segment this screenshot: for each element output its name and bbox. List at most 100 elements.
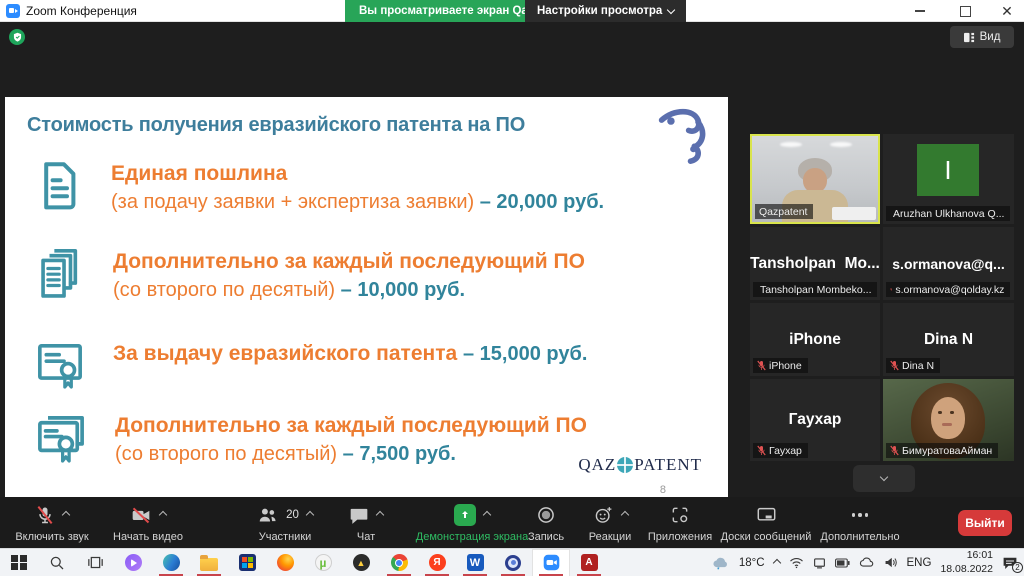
fee-detail: (со второго по десятый) bbox=[113, 279, 341, 301]
participant-name: Гаухар bbox=[769, 445, 802, 457]
word-app-icon[interactable]: W bbox=[456, 549, 494, 576]
view-button-label: Вид bbox=[980, 31, 1001, 43]
participants-panel: Qazpatent I Aruzhan Ulkhanova Q... Tansh… bbox=[750, 134, 1014, 461]
start-button[interactable] bbox=[0, 549, 38, 576]
participant-tile[interactable]: Гаухар Гаухар bbox=[750, 379, 880, 461]
participant-name: Tansholpan Mombeko... bbox=[760, 284, 871, 296]
zoom-icon bbox=[543, 554, 560, 571]
meeting-toolbar: Включить звук Начать видео 20 Участники … bbox=[0, 497, 1024, 548]
aimp-app-icon[interactable]: ▲ bbox=[342, 549, 380, 576]
weather-icon bbox=[712, 556, 730, 570]
button-label: Дополнительно bbox=[820, 531, 899, 543]
button-label: Демонстрация экрана bbox=[416, 531, 528, 543]
alisa-app-icon[interactable] bbox=[114, 549, 152, 576]
chevron-up-icon[interactable] bbox=[620, 511, 628, 519]
fee-price: – 7,500 руб. bbox=[343, 443, 456, 465]
task-view-button[interactable] bbox=[76, 549, 114, 576]
certificates-double-icon bbox=[35, 411, 87, 472]
participant-name: s.ormanova@qolday.kz bbox=[895, 284, 1004, 296]
whiteboards-button[interactable]: Доски сообщений bbox=[716, 501, 816, 545]
mic-muted-icon bbox=[757, 445, 766, 456]
chevron-up-icon[interactable] bbox=[62, 511, 70, 519]
zoom-taskbar-icon[interactable] bbox=[532, 549, 570, 576]
zoom-app-icon bbox=[6, 4, 20, 18]
participants-icon bbox=[257, 506, 278, 525]
battery-icon[interactable] bbox=[835, 558, 850, 568]
hidden-icons-chevron[interactable] bbox=[772, 558, 780, 566]
yandex-browser-app-icon[interactable]: Я bbox=[418, 549, 456, 576]
minimize-button[interactable] bbox=[903, 0, 937, 22]
participant-name-label: Aruzhan Ulkhanova Q... bbox=[886, 206, 1010, 221]
participant-name-label: Tansholpan Mombeko... bbox=[753, 282, 877, 297]
ceiling-light bbox=[780, 142, 802, 147]
window-title: Zoom Конференция bbox=[26, 4, 137, 18]
unmute-button[interactable]: Включить звук bbox=[6, 501, 98, 545]
folder-icon bbox=[200, 558, 218, 571]
ceiling-light bbox=[830, 142, 852, 147]
chrome-app-icon[interactable] bbox=[380, 549, 418, 576]
mic-muted-icon bbox=[757, 360, 766, 371]
chevron-up-icon[interactable] bbox=[159, 511, 167, 519]
language-indicator[interactable]: ENG bbox=[907, 557, 932, 569]
clock[interactable]: 16:01 18.08.2022 bbox=[940, 549, 993, 575]
system-tray: 18°C ENG 16:01 18.08.2022 2 bbox=[712, 549, 1024, 575]
utorrent-icon: µ bbox=[315, 554, 332, 571]
participant-tile[interactable]: Tansholpan Mo... Tansholpan Mombeko... bbox=[750, 227, 880, 300]
reactions-button[interactable]: Реакции bbox=[578, 501, 642, 545]
mic-muted-icon bbox=[35, 505, 55, 525]
acrobat-app-icon[interactable]: A bbox=[570, 549, 608, 576]
shared-slide: Стоимость получения евразийского патента… bbox=[5, 97, 728, 507]
documents-stack-icon bbox=[35, 247, 85, 308]
participant-tile[interactable]: I Aruzhan Ulkhanova Q... bbox=[883, 134, 1014, 224]
store-icon bbox=[239, 554, 256, 571]
tray-device-icon[interactable] bbox=[813, 557, 826, 569]
participants-scroll-down-button[interactable] bbox=[853, 465, 915, 492]
chevron-up-icon[interactable] bbox=[483, 511, 491, 519]
record-icon bbox=[536, 505, 556, 525]
microsoft-store-app-icon[interactable] bbox=[228, 549, 266, 576]
participant-name-label: БимуратоваАйман bbox=[886, 443, 998, 458]
more-button[interactable]: Дополнительно bbox=[816, 501, 904, 545]
speaker-icon[interactable] bbox=[884, 556, 898, 569]
participants-button[interactable]: 20 Участники bbox=[240, 501, 330, 545]
view-layout-button[interactable]: Вид bbox=[950, 26, 1014, 48]
maximize-button[interactable] bbox=[948, 0, 982, 22]
utorrent-app-icon[interactable]: µ bbox=[304, 549, 342, 576]
security-shield-icon[interactable] bbox=[9, 29, 25, 45]
participant-tile[interactable]: s.ormanova@q... s.ormanova@qolday.kz bbox=[883, 227, 1014, 300]
mic-muted-icon bbox=[890, 360, 899, 371]
chat-button[interactable]: Чат bbox=[334, 501, 398, 545]
participant-tile[interactable]: Dina N Dina N bbox=[883, 303, 1014, 376]
participant-tile[interactable]: iPhone iPhone bbox=[750, 303, 880, 376]
wifi-icon[interactable] bbox=[789, 557, 804, 569]
record-button[interactable]: Запись bbox=[518, 501, 574, 545]
sync-app-icon[interactable] bbox=[494, 549, 532, 576]
participant-name-label: Qazpatent bbox=[755, 204, 813, 219]
leave-meeting-button[interactable]: Выйти bbox=[958, 510, 1012, 536]
share-screen-icon bbox=[454, 504, 476, 526]
participant-tile-video[interactable]: Qazpatent bbox=[750, 134, 880, 224]
action-center-button[interactable]: 2 bbox=[1002, 556, 1018, 570]
avatar: I bbox=[917, 144, 979, 196]
fee-price: – 10,000 руб. bbox=[341, 279, 465, 301]
participant-name-label: Гаухар bbox=[753, 443, 808, 458]
chevron-up-icon[interactable] bbox=[376, 511, 384, 519]
participant-tile-photo[interactable]: БимуратоваАйман bbox=[883, 379, 1014, 461]
button-label: Начать видео bbox=[113, 531, 183, 543]
qazpatent-logo: QAZ PATENT bbox=[578, 455, 702, 475]
date-label: 18.08.2022 bbox=[940, 563, 993, 576]
participant-name-label: iPhone bbox=[753, 358, 808, 373]
notification-count-badge: 2 bbox=[1012, 562, 1023, 573]
file-explorer-app-icon[interactable] bbox=[190, 549, 228, 576]
close-button[interactable]: ✕ bbox=[990, 0, 1024, 22]
onedrive-cloud-icon[interactable] bbox=[859, 557, 875, 568]
start-video-button[interactable]: Начать видео bbox=[100, 501, 196, 545]
fee-title: За выдачу евразийского патента bbox=[113, 342, 463, 365]
search-button[interactable] bbox=[38, 549, 76, 576]
temperature-label[interactable]: 18°C bbox=[739, 557, 765, 569]
edge-app-icon[interactable] bbox=[152, 549, 190, 576]
apps-button[interactable]: Приложения bbox=[642, 501, 718, 545]
chevron-up-icon[interactable] bbox=[306, 511, 314, 519]
view-settings-button[interactable]: Настройки просмотра bbox=[525, 0, 686, 22]
firefox-app-icon[interactable] bbox=[266, 549, 304, 576]
